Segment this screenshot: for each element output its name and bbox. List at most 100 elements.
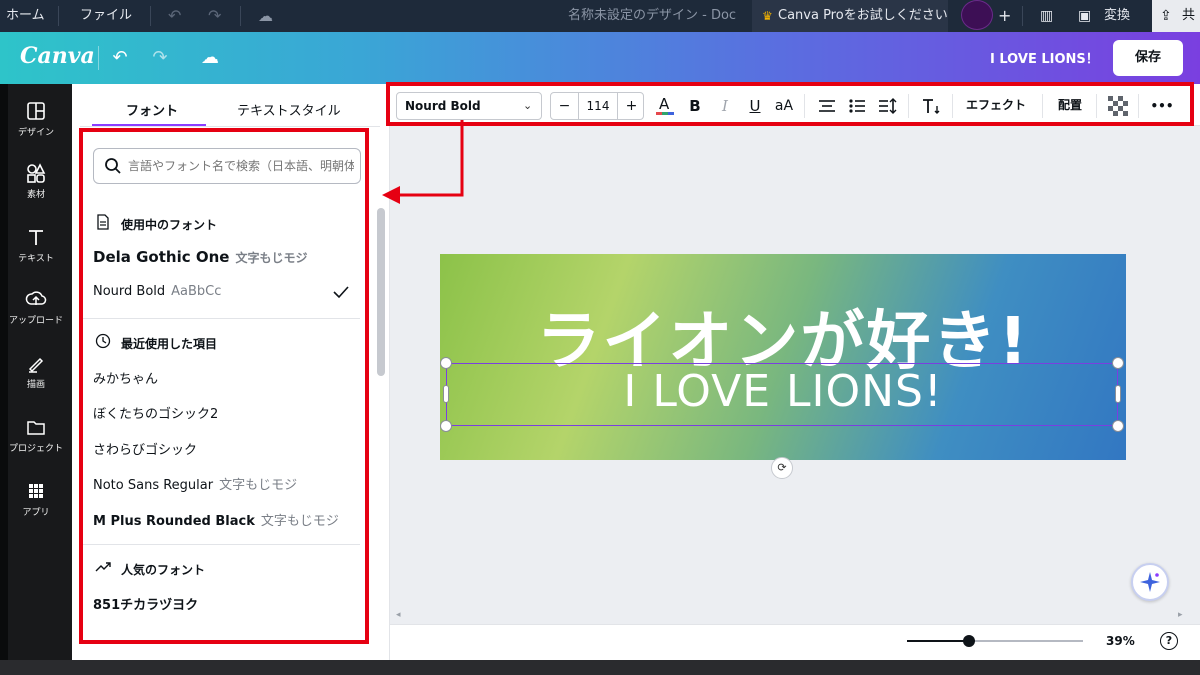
font-option[interactable]: みかちゃん — [93, 368, 158, 387]
os-title-bar: ホーム ファイル ↶ ↷ ☁ 名称未設定のデザイン - Doc ♛ Canva … — [0, 0, 1200, 32]
share-button[interactable]: ⇪ 共 — [1152, 0, 1200, 32]
text-color-button[interactable]: A — [654, 94, 676, 118]
section-label: 使用中のフォント — [121, 218, 218, 232]
avatar[interactable] — [961, 0, 993, 30]
font-size-value[interactable]: 114 — [579, 93, 617, 119]
rail-item-design[interactable]: デザイン — [0, 96, 72, 156]
tab-fonts[interactable]: フォント — [126, 100, 178, 119]
rail-item-draw[interactable]: 描画 — [0, 348, 72, 408]
design-page[interactable]: ライオンが好き! I LOVE LIONS! — [440, 254, 1126, 460]
scroll-thumb[interactable] — [377, 208, 385, 376]
magic-assistant-button[interactable] — [1131, 563, 1169, 601]
clock-icon — [95, 333, 111, 349]
font-option[interactable]: M Plus Rounded Black 文字もじモジ — [93, 510, 339, 529]
rail-item-upload[interactable]: アップロード — [0, 284, 72, 344]
resize-handle[interactable] — [1115, 385, 1121, 403]
font-name: ぼくたちのゴシック2 — [93, 407, 219, 422]
resize-handle[interactable] — [443, 385, 449, 403]
position-button[interactable]: 配置 — [1058, 96, 1082, 113]
rail-item-label: 素材 — [26, 190, 45, 200]
redo-icon[interactable]: ↷ — [148, 46, 172, 70]
font-option[interactable]: Dela Gothic One 文字もじモジ — [93, 248, 307, 266]
section-label: 人気のフォント — [121, 563, 206, 577]
bullet-list-icon — [849, 99, 865, 113]
effects-button[interactable]: エフェクト — [966, 96, 1026, 113]
italic-button[interactable]: I — [716, 94, 734, 118]
spacing-button[interactable] — [876, 94, 898, 118]
analytics-icon[interactable]: ▥ — [1040, 0, 1053, 32]
more-options-button[interactable]: ••• — [1150, 94, 1174, 118]
undo-icon[interactable]: ↶ — [168, 0, 181, 32]
font-option[interactable]: Noto Sans Regular 文字もじモジ — [93, 474, 297, 493]
crown-icon: ♛ — [762, 9, 773, 23]
convert-button[interactable]: 変換 — [1104, 0, 1130, 32]
bottom-bar — [390, 624, 1200, 660]
increase-size-button[interactable]: + — [617, 93, 645, 119]
chevron-down-icon: ⌄ — [523, 99, 533, 112]
help-button[interactable]: ? — [1160, 632, 1178, 650]
font-size-stepper[interactable]: − 114 + — [550, 92, 644, 120]
save-button[interactable]: 保存 — [1113, 40, 1183, 76]
font-dropdown-value: Nourd Bold — [405, 99, 481, 113]
undo-icon[interactable]: ↶ — [108, 46, 132, 70]
share-icon: ⇪ — [1160, 8, 1172, 24]
rail-item-elements[interactable]: 素材 — [0, 158, 72, 218]
text-transform-button[interactable] — [920, 94, 942, 118]
resize-handle[interactable] — [1112, 357, 1124, 369]
add-icon[interactable]: + — [998, 0, 1011, 32]
font-dropdown[interactable]: Nourd Bold ⌄ — [396, 92, 542, 120]
svg-text:A: A — [659, 95, 670, 113]
divider — [804, 94, 805, 118]
rotate-handle[interactable]: ⟳ — [771, 457, 793, 479]
folder-icon — [27, 421, 45, 435]
font-search[interactable] — [93, 148, 361, 184]
pro-trial-label: Canva Proをお試しください — [778, 8, 948, 23]
divider — [1022, 6, 1023, 26]
home-menu[interactable]: ホーム — [6, 0, 45, 32]
rail-item-text[interactable]: テキスト — [0, 222, 72, 282]
zoom-level[interactable]: 39% — [1106, 634, 1135, 648]
trending-icon — [95, 562, 111, 572]
canva-logo[interactable]: Canva — [20, 43, 95, 69]
list-button[interactable] — [846, 94, 868, 118]
rail-item-apps[interactable]: アプリ — [0, 476, 72, 536]
divider — [80, 544, 360, 545]
resize-handle[interactable] — [440, 420, 452, 432]
redo-icon[interactable]: ↷ — [208, 0, 221, 32]
font-name: Dela Gothic One — [93, 248, 230, 266]
bold-button[interactable]: B — [686, 94, 704, 118]
scroll-right-icon[interactable]: ▸ — [1178, 610, 1183, 620]
document-title[interactable]: I LOVE LIONS！ — [990, 48, 1099, 67]
rail-item-label: デザイン — [17, 128, 54, 138]
search-input[interactable] — [128, 156, 354, 176]
font-option-selected[interactable]: Nourd Bold AaBbCc — [93, 284, 221, 299]
font-option[interactable]: 851チカラヅヨク — [93, 594, 198, 613]
cloud-saved-icon[interactable]: ☁ — [258, 0, 273, 32]
resize-handle[interactable] — [440, 357, 452, 369]
scroll-left-icon[interactable]: ◂ — [396, 610, 401, 620]
panel-scrollbar[interactable] — [375, 196, 387, 658]
rail-item-projects[interactable]: プロジェクト — [0, 412, 72, 472]
present-icon[interactable]: ▣ — [1078, 0, 1091, 32]
tab-text-styles[interactable]: テキストスタイル — [237, 100, 341, 119]
elements-icon — [27, 163, 46, 183]
align-center-icon — [819, 100, 835, 112]
decrease-size-button[interactable]: − — [551, 93, 579, 119]
divider — [1042, 94, 1043, 118]
letter-case-button[interactable]: aA — [772, 94, 796, 118]
font-name: Nourd Bold — [93, 284, 166, 299]
zoom-slider-fill — [907, 640, 969, 642]
selection-box — [446, 363, 1118, 426]
transparency-button[interactable] — [1108, 94, 1128, 118]
file-menu[interactable]: ファイル — [80, 0, 132, 32]
text-icon — [29, 230, 43, 245]
pro-trial-banner[interactable]: ♛ Canva Proをお試しください — [752, 0, 948, 32]
font-option[interactable]: さわらびゴシック — [93, 439, 197, 458]
divider — [80, 318, 360, 319]
font-option[interactable]: ぼくたちのゴシック2 — [93, 403, 218, 422]
underline-button[interactable]: U — [746, 94, 764, 118]
cloud-sync-icon[interactable]: ☁ — [198, 46, 222, 70]
resize-handle[interactable] — [1112, 420, 1124, 432]
align-button[interactable] — [816, 94, 838, 118]
zoom-slider-knob[interactable] — [962, 635, 975, 647]
